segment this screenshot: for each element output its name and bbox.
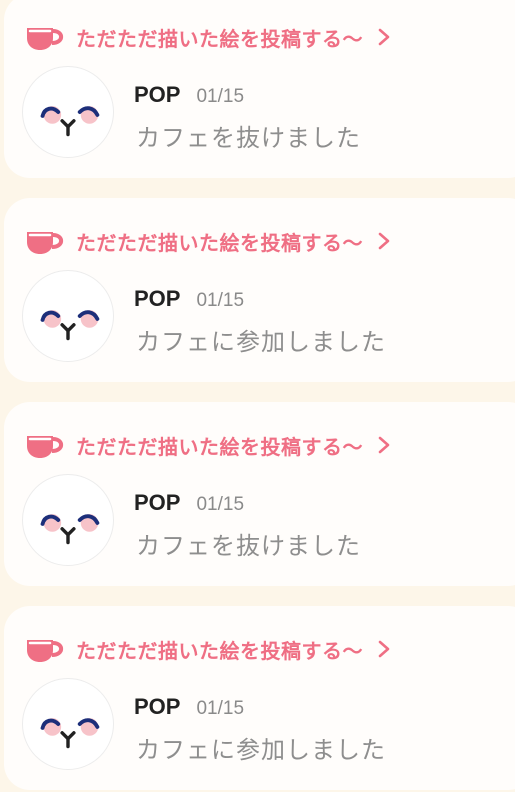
chevron-right-icon <box>377 27 391 47</box>
chevron-right-icon <box>377 435 391 455</box>
activity-text: カフェに参加しました <box>136 736 386 764</box>
chevron-right-icon <box>377 639 391 659</box>
cafe-name: ただただ描いた絵を投稿する〜 <box>76 434 363 459</box>
coffee-cup-icon <box>24 22 66 52</box>
cafe-link[interactable]: ただただ描いた絵を投稿する〜 <box>24 430 391 460</box>
cafe-link[interactable]: ただただ描いた絵を投稿する〜 <box>24 22 391 52</box>
post-date: 01/15 <box>196 494 245 515</box>
activity-feed: ただただ描いた絵を投稿する〜 POP 01/15 カフェを抜けました ただただ描… <box>0 0 515 792</box>
username[interactable]: POP <box>134 82 180 108</box>
cafe-name: ただただ描いた絵を投稿する〜 <box>76 230 363 255</box>
cafe-link[interactable]: ただただ描いた絵を投稿する〜 <box>24 226 391 256</box>
feed-card[interactable]: ただただ描いた絵を投稿する〜 POP 01/15 カフェに参加しました <box>4 606 515 790</box>
username[interactable]: POP <box>134 286 180 312</box>
coffee-cup-icon <box>24 430 66 460</box>
activity-text: カフェを抜けました <box>136 124 361 152</box>
post-date: 01/15 <box>196 698 245 719</box>
activity-text: カフェを抜けました <box>136 532 361 560</box>
coffee-cup-icon <box>24 226 66 256</box>
avatar[interactable] <box>22 474 114 566</box>
username[interactable]: POP <box>134 694 180 720</box>
activity-text: カフェに参加しました <box>136 328 386 356</box>
post-date: 01/15 <box>196 290 245 311</box>
cafe-name: ただただ描いた絵を投稿する〜 <box>76 638 363 663</box>
cafe-name: ただただ描いた絵を投稿する〜 <box>76 26 363 51</box>
avatar[interactable] <box>22 66 114 158</box>
feed-card[interactable]: ただただ描いた絵を投稿する〜 POP 01/15 カフェに参加しました <box>4 198 515 382</box>
feed-card[interactable]: ただただ描いた絵を投稿する〜 POP 01/15 カフェを抜けました <box>4 0 515 178</box>
cafe-link[interactable]: ただただ描いた絵を投稿する〜 <box>24 634 391 664</box>
coffee-cup-icon <box>24 634 66 664</box>
post-date: 01/15 <box>196 86 245 107</box>
avatar[interactable] <box>22 678 114 770</box>
chevron-right-icon <box>377 231 391 251</box>
username[interactable]: POP <box>134 490 180 516</box>
avatar[interactable] <box>22 270 114 362</box>
feed-card[interactable]: ただただ描いた絵を投稿する〜 POP 01/15 カフェを抜けました <box>4 402 515 586</box>
